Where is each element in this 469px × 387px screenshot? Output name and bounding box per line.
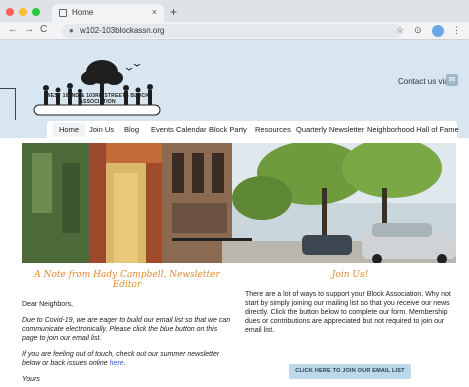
url-text: w102-103blockassn.org [80,26,165,35]
block-association-logo[interactable] [30,58,165,126]
close-tab-icon[interactable]: × [152,7,157,17]
join-us-title: Join Us! [331,270,369,280]
browser-tab[interactable]: Home × [52,4,164,22]
editor-note-section: A Note from Hady Campbell, Newsletter Ed… [22,270,232,387]
main-nav: Home Join Us Blog Events Calendar Block … [47,121,459,138]
favicon-icon [59,9,67,17]
nav-home[interactable]: Home [53,123,86,136]
browser-toolbar: ← → C ● w102-103blockassn.org ☆ ⊙ ⋮ [0,22,469,40]
covid-paragraph-text: Due to Covid-19, we are eager to build o… [22,317,231,342]
tab-title: Home [72,8,94,17]
nav-block-party[interactable]: Block Party [209,125,247,134]
editor-note-title: A Note from Hady Campbell, Newsletter Ed… [34,270,220,290]
close-window-dot[interactable] [6,8,14,16]
nav-row: Home Join Us Blog Events Calendar Block … [0,120,469,138]
maximize-window-dot[interactable] [32,8,40,16]
contact-label[interactable]: Contact us via [398,77,449,86]
nav-hall-of-fame[interactable]: Neighborhood Hall of Fame [367,125,459,134]
browser-menu-icon[interactable]: ⋮ [452,25,461,36]
edge-marker-top [0,88,16,96]
site-header: WEST 102ND & 103RD STREETS BLOCK ASSOCIA… [0,40,469,120]
bookmark-star-icon[interactable]: ☆ [396,25,404,36]
forward-button[interactable]: → [24,24,34,35]
join-email-list-button[interactable]: CLICK HERE TO JOIN OUR EMAIL LIST [289,364,411,379]
hero-street-photo [22,143,456,263]
logo-text: WEST 102ND & 103RD STREETS BLOCK ASSOCIA… [45,93,150,105]
nav-resources[interactable]: Resources [255,125,291,134]
back-issues-link[interactable]: here [110,360,124,367]
closing-text-inner: Yours [22,376,40,383]
join-us-section: Join Us! There are a lot of ways to supp… [245,270,455,379]
newsletter-paragraph: If you are feeling out of touch, check o… [22,350,232,368]
covid-paragraph: Due to Covid-19, we are eager to build o… [22,316,232,343]
closing-text: Yours [22,375,232,384]
extension-icon[interactable]: ⊙ [414,25,422,36]
nav-blog[interactable]: Blog [124,125,139,134]
reload-button[interactable]: C [40,24,47,35]
window-controls [6,8,40,16]
join-us-paragraph: There are a lot of ways to support your … [245,291,451,334]
address-bar[interactable]: ● w102-103blockassn.org [62,24,402,38]
new-tab-button[interactable]: + [170,5,177,19]
nav-join-us[interactable]: Join Us [89,125,114,134]
nav-events-calendar[interactable]: Events Calendar [151,125,206,134]
newsletter-paragraph-end: . [123,360,126,367]
nav-quarterly-newsletter[interactable]: Quarterly Newsletter [296,125,364,134]
email-contact-icon[interactable]: ✉ [446,74,458,86]
lock-icon: ● [69,26,74,35]
browser-tab-bar: Home × + [0,0,469,22]
greeting-text: Dear Neighbors, [22,301,73,308]
back-button[interactable]: ← [8,24,18,35]
minimize-window-dot[interactable] [19,8,27,16]
profile-avatar[interactable] [432,25,444,37]
